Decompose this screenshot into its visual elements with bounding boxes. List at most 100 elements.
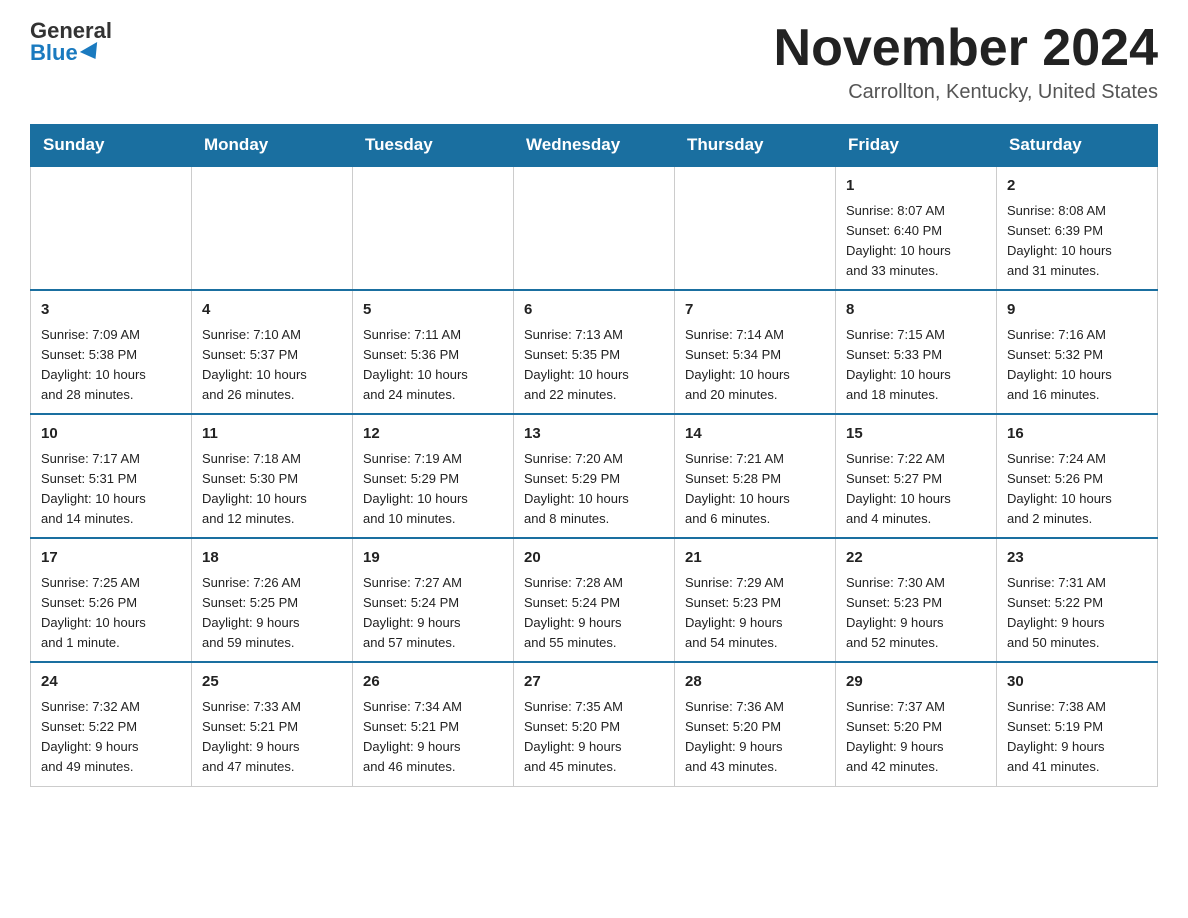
col-thursday: Thursday: [675, 125, 836, 167]
day-info: Sunrise: 7:22 AM Sunset: 5:27 PM Dayligh…: [846, 449, 986, 530]
day-info: Sunrise: 7:21 AM Sunset: 5:28 PM Dayligh…: [685, 449, 825, 530]
day-info: Sunrise: 7:33 AM Sunset: 5:21 PM Dayligh…: [202, 697, 342, 778]
calendar-cell: 23Sunrise: 7:31 AM Sunset: 5:22 PM Dayli…: [997, 538, 1158, 662]
day-info: Sunrise: 7:36 AM Sunset: 5:20 PM Dayligh…: [685, 697, 825, 778]
day-info: Sunrise: 7:32 AM Sunset: 5:22 PM Dayligh…: [41, 697, 181, 778]
calendar-cell: 19Sunrise: 7:27 AM Sunset: 5:24 PM Dayli…: [353, 538, 514, 662]
day-info: Sunrise: 7:19 AM Sunset: 5:29 PM Dayligh…: [363, 449, 503, 530]
logo-blue-text: Blue: [30, 42, 102, 64]
day-number: 23: [1007, 547, 1147, 570]
calendar-cell: 25 Sunrise: 7:33 AM Sunset: 5:21 PM Dayli…: [192, 662, 353, 786]
day-info: Sunrise: 7:18 AM Sunset: 5:30 PM Dayligh…: [202, 449, 342, 530]
day-info: Sunrise: 7:29 AM Sunset: 5:23 PM Dayligh…: [685, 573, 825, 654]
col-monday: Monday: [192, 125, 353, 167]
day-number: 4: [202, 299, 342, 322]
day-info: Sunrise: 7:11 AM Sunset: 5:36 PM Dayligh…: [363, 325, 503, 406]
calendar-cell: 16Sunrise: 7:24 AM Sunset: 5:26 PM Dayli…: [997, 414, 1158, 538]
calendar-cell: [675, 166, 836, 290]
day-number: 11: [202, 423, 342, 446]
location-subtitle: Carrollton, Kentucky, United States: [774, 81, 1158, 104]
day-number: 25: [202, 671, 342, 694]
calendar-cell: 1 Sunrise: 8:07 AM Sunset: 6:40 PM Daylig…: [836, 166, 997, 290]
logo-general-text: General: [30, 20, 112, 42]
col-friday: Friday: [836, 125, 997, 167]
calendar-table: Sunday Monday Tuesday Wednesday Thursday…: [30, 124, 1158, 786]
calendar-cell: 28 Sunrise: 7:36 AM Sunset: 5:20 PM Dayli…: [675, 662, 836, 786]
day-info: Sunrise: 8:07 AM Sunset: 6:40 PM Dayligh…: [846, 201, 986, 282]
day-info: Sunrise: 7:15 AM Sunset: 5:33 PM Dayligh…: [846, 325, 986, 406]
day-number: 15: [846, 423, 986, 446]
day-number: 9: [1007, 299, 1147, 322]
month-title: November 2024: [774, 20, 1158, 77]
day-number: 27: [524, 671, 664, 694]
calendar-cell: 3Sunrise: 7:09 AM Sunset: 5:38 PM Daylig…: [31, 290, 192, 414]
calendar-cell: 7Sunrise: 7:14 AM Sunset: 5:34 PM Daylig…: [675, 290, 836, 414]
day-number: 8: [846, 299, 986, 322]
calendar-cell: 13Sunrise: 7:20 AM Sunset: 5:29 PM Dayli…: [514, 414, 675, 538]
logo: General Blue: [30, 20, 112, 64]
calendar-cell: 26 Sunrise: 7:34 AM Sunset: 5:21 PM Dayli…: [353, 662, 514, 786]
day-number: 14: [685, 423, 825, 446]
calendar-cell: [31, 166, 192, 290]
calendar-cell: 9 Sunrise: 7:16 AM Sunset: 5:32 PM Daylig…: [997, 290, 1158, 414]
week-row-3: 10 Sunrise: 7:17 AM Sunset: 5:31 PM Dayli…: [31, 414, 1158, 538]
calendar-cell: 27 Sunrise: 7:35 AM Sunset: 5:20 PM Dayli…: [514, 662, 675, 786]
calendar-cell: 10 Sunrise: 7:17 AM Sunset: 5:31 PM Dayli…: [31, 414, 192, 538]
week-row-1: 1 Sunrise: 8:07 AM Sunset: 6:40 PM Daylig…: [31, 166, 1158, 290]
day-info: Sunrise: 7:16 AM Sunset: 5:32 PM Dayligh…: [1007, 325, 1147, 406]
calendar-cell: 12 Sunrise: 7:19 AM Sunset: 5:29 PM Dayli…: [353, 414, 514, 538]
day-number: 21: [685, 547, 825, 570]
calendar-cell: 5 Sunrise: 7:11 AM Sunset: 5:36 PM Daylig…: [353, 290, 514, 414]
day-number: 24: [41, 671, 181, 694]
calendar-cell: 22 Sunrise: 7:30 AM Sunset: 5:23 PM Dayli…: [836, 538, 997, 662]
day-info: Sunrise: 7:35 AM Sunset: 5:20 PM Dayligh…: [524, 697, 664, 778]
week-row-5: 24 Sunrise: 7:32 AM Sunset: 5:22 PM Dayli…: [31, 662, 1158, 786]
day-number: 18: [202, 547, 342, 570]
day-number: 22: [846, 547, 986, 570]
col-tuesday: Tuesday: [353, 125, 514, 167]
week-row-4: 17 Sunrise: 7:25 AM Sunset: 5:26 PM Dayli…: [31, 538, 1158, 662]
day-info: Sunrise: 7:26 AM Sunset: 5:25 PM Dayligh…: [202, 573, 342, 654]
day-info: Sunrise: 7:30 AM Sunset: 5:23 PM Dayligh…: [846, 573, 986, 654]
day-info: Sunrise: 7:17 AM Sunset: 5:31 PM Dayligh…: [41, 449, 181, 530]
calendar-cell: [514, 166, 675, 290]
calendar-cell: 21 Sunrise: 7:29 AM Sunset: 5:23 PM Dayli…: [675, 538, 836, 662]
day-number: 6: [524, 299, 664, 322]
day-info: Sunrise: 7:24 AM Sunset: 5:26 PM Dayligh…: [1007, 449, 1147, 530]
day-info: Sunrise: 7:34 AM Sunset: 5:21 PM Dayligh…: [363, 697, 503, 778]
day-number: 3: [41, 299, 181, 322]
day-number: 1: [846, 175, 986, 198]
day-number: 10: [41, 423, 181, 446]
day-number: 12: [363, 423, 503, 446]
calendar-cell: [353, 166, 514, 290]
day-info: Sunrise: 7:20 AM Sunset: 5:29 PM Dayligh…: [524, 449, 664, 530]
day-number: 5: [363, 299, 503, 322]
col-wednesday: Wednesday: [514, 125, 675, 167]
calendar-cell: 4 Sunrise: 7:10 AM Sunset: 5:37 PM Daylig…: [192, 290, 353, 414]
calendar-cell: 2Sunrise: 8:08 AM Sunset: 6:39 PM Daylig…: [997, 166, 1158, 290]
week-row-2: 3Sunrise: 7:09 AM Sunset: 5:38 PM Daylig…: [31, 290, 1158, 414]
day-info: Sunrise: 7:25 AM Sunset: 5:26 PM Dayligh…: [41, 573, 181, 654]
day-number: 26: [363, 671, 503, 694]
day-info: Sunrise: 7:10 AM Sunset: 5:37 PM Dayligh…: [202, 325, 342, 406]
col-saturday: Saturday: [997, 125, 1158, 167]
calendar-cell: 24 Sunrise: 7:32 AM Sunset: 5:22 PM Dayli…: [31, 662, 192, 786]
day-info: Sunrise: 8:08 AM Sunset: 6:39 PM Dayligh…: [1007, 201, 1147, 282]
day-number: 17: [41, 547, 181, 570]
logo-triangle-icon: [80, 42, 104, 64]
day-info: Sunrise: 7:28 AM Sunset: 5:24 PM Dayligh…: [524, 573, 664, 654]
page-header: General Blue November 2024 Carrollton, K…: [30, 20, 1158, 104]
calendar-cell: 15 Sunrise: 7:22 AM Sunset: 5:27 PM Dayli…: [836, 414, 997, 538]
calendar-cell: 30Sunrise: 7:38 AM Sunset: 5:19 PM Dayli…: [997, 662, 1158, 786]
calendar-header-row: Sunday Monday Tuesday Wednesday Thursday…: [31, 125, 1158, 167]
calendar-cell: 20 Sunrise: 7:28 AM Sunset: 5:24 PM Dayli…: [514, 538, 675, 662]
calendar-cell: 6Sunrise: 7:13 AM Sunset: 5:35 PM Daylig…: [514, 290, 675, 414]
day-number: 28: [685, 671, 825, 694]
day-number: 7: [685, 299, 825, 322]
calendar-cell: 14 Sunrise: 7:21 AM Sunset: 5:28 PM Dayli…: [675, 414, 836, 538]
day-number: 20: [524, 547, 664, 570]
calendar-cell: 18 Sunrise: 7:26 AM Sunset: 5:25 PM Dayli…: [192, 538, 353, 662]
day-info: Sunrise: 7:27 AM Sunset: 5:24 PM Dayligh…: [363, 573, 503, 654]
day-number: 29: [846, 671, 986, 694]
calendar-cell: 29Sunrise: 7:37 AM Sunset: 5:20 PM Dayli…: [836, 662, 997, 786]
